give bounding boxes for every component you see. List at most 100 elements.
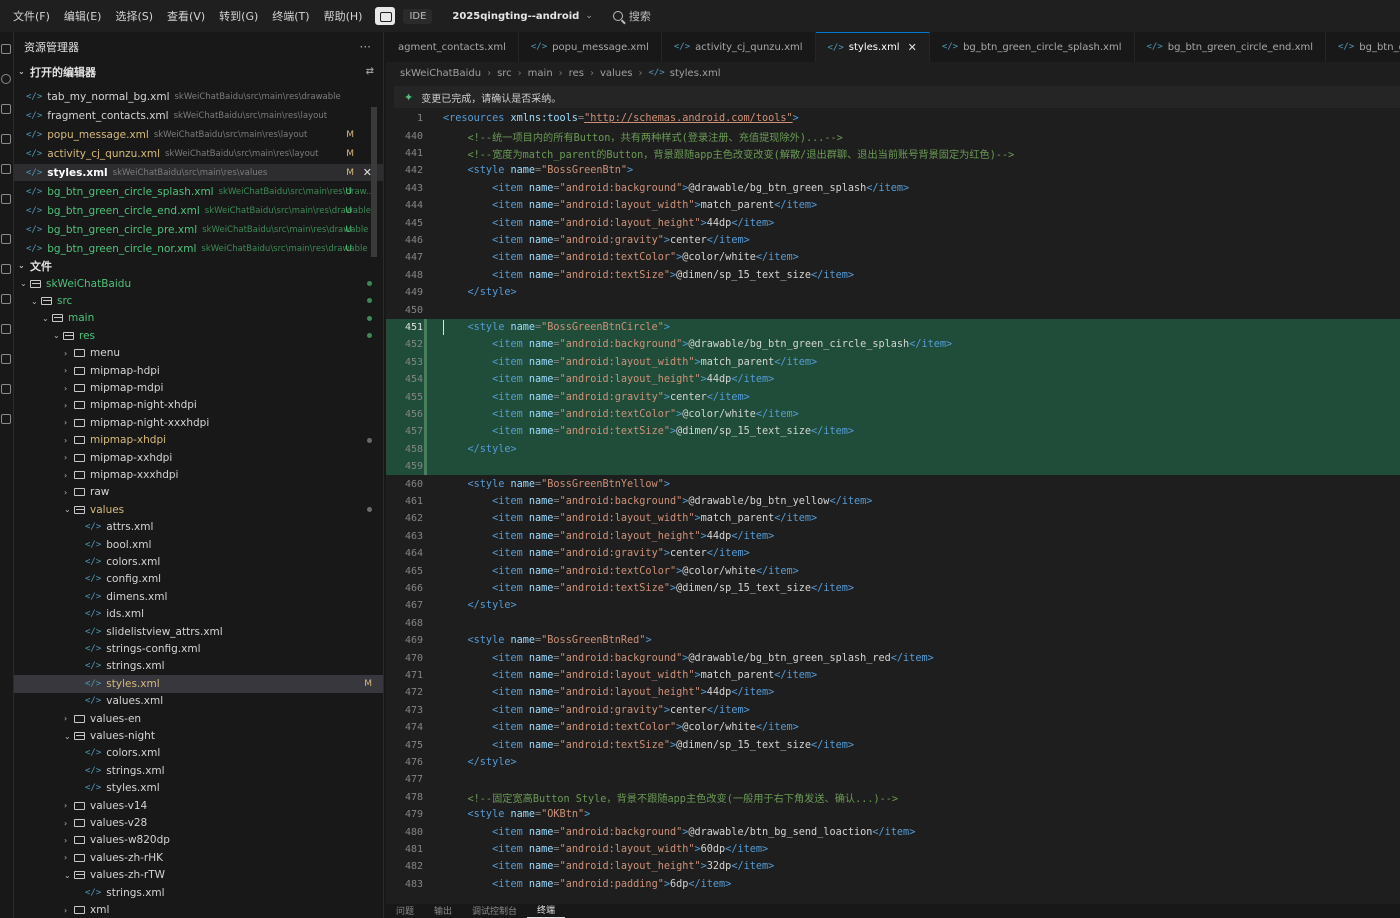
code-line[interactable]: 448 <item name="android:textSize">@dimen… [386,267,1400,284]
code-line[interactable]: 463 <item name="android:layout_height">4… [386,528,1400,545]
close-icon[interactable]: ✕ [908,41,917,54]
editor-tab[interactable]: </> styles.xml ✕ [815,32,930,62]
editor-tab[interactable]: agment_contacts.xml [386,32,519,62]
code-line[interactable]: 456 <item name="android:textColor">@colo… [386,405,1400,424]
chevron-right-icon[interactable]: › [64,349,74,358]
menu-item[interactable]: 转到(G) [212,8,265,24]
tree-folder[interactable]: › mipmap-hdpi [14,362,383,379]
chevron-right-icon[interactable]: › [64,384,74,393]
code-line[interactable]: 457 <item name="android:textSize">@dimen… [386,423,1400,441]
code-line[interactable]: 453 <item name="android:layout_width">ma… [386,353,1400,371]
chevron-down-icon[interactable]: ⌄ [31,297,41,306]
code-line[interactable]: 476 </style> [386,754,1400,771]
breadcrumb-item[interactable]: styles.xml [670,68,721,79]
tree-file[interactable]: </> values.xml [14,693,383,710]
open-editor-item[interactable]: </> tab_my_normal_bg.xml skWeiChatBaidu\sr… [14,88,383,105]
tree-folder[interactable]: › mipmap-xxhdpi [14,449,383,466]
tree-folder[interactable]: ⌄ res [14,327,383,344]
tree-folder[interactable]: ⌄ values-zh-rTW [14,867,383,884]
code-line[interactable]: 461 <item name="android:background">@dra… [386,493,1400,510]
tree-file[interactable]: </> colors.xml [14,553,383,570]
chevron-right-icon[interactable]: › [64,488,74,497]
code-line[interactable]: 447 <item name="android:textColor">@colo… [386,249,1400,266]
misc-icon[interactable] [1,414,11,424]
code-line[interactable]: 442 <style name="BossGreenBtn"> [386,162,1400,179]
tree-folder[interactable]: › raw [14,484,383,501]
menu-item[interactable]: 查看(V) [160,8,212,24]
editor-tab[interactable]: </> bg_btn_green_circle_end.xml [1135,32,1326,62]
chevron-right-icon[interactable]: › [64,471,74,480]
chevron-down-icon[interactable]: ⌄ [585,11,593,21]
code-line[interactable]: 477 [386,771,1400,788]
code-line[interactable]: 467 </style> [386,597,1400,614]
open-editor-item[interactable]: </> popu_message.xml skWeiChatBaidu\src\ma… [14,126,383,143]
toggle-layout-icon[interactable]: ⇄ [366,66,374,77]
code-line[interactable]: 452 <item name="android:background">@dra… [386,336,1400,354]
tree-folder[interactable]: › values-v28 [14,814,383,831]
code-line[interactable]: 445 <item name="android:layout_height">4… [386,214,1400,231]
menu-item[interactable]: 帮助(H) [317,8,370,24]
tree-folder[interactable]: › xml [14,901,383,918]
code-line[interactable]: 474 <item name="android:textColor">@colo… [386,719,1400,736]
explorer-icon[interactable] [1,44,11,54]
menu-item[interactable]: 选择(S) [108,8,160,24]
open-editors-header[interactable]: ⌄ 打开的编辑器 ⇄ [14,63,383,80]
gradle-icon[interactable] [1,294,11,304]
tree-file[interactable]: </> bool.xml [14,536,383,553]
code-line[interactable]: 466 <item name="android:textSize">@dimen… [386,580,1400,597]
tree-folder[interactable]: ⌄ src [14,292,383,309]
editor-tab[interactable]: </> bg_btn_green_circle_splash.xml [930,32,1135,62]
code-line[interactable]: 475 <item name="android:textSize">@dimen… [386,736,1400,753]
tree-folder[interactable]: › mipmap-xhdpi [14,432,383,449]
code-line[interactable]: 473 <item name="android:gravity">center<… [386,702,1400,719]
open-editor-item[interactable]: </> styles.xml skWeiChatBaidu\src\main\res… [14,164,383,182]
tree-file[interactable]: </> styles.xml [14,780,383,797]
chevron-down-icon[interactable]: ⌄ [20,279,30,288]
panel-tab[interactable]: 问题 [386,906,424,918]
tree-folder[interactable]: ⌄ skWeiChatBaidu [14,275,383,292]
breadcrumb-item[interactable]: src [497,68,512,79]
chevron-right-icon[interactable]: › [64,819,74,828]
open-editor-item[interactable]: </> bg_btn_green_circle_end.xml skWeiChatB… [14,202,383,219]
search-box[interactable]: 搜索 [612,8,651,24]
chevron-right-icon[interactable]: › [64,853,74,862]
code-line[interactable]: 440 <!--统一项目内的所有Button，共有两种样式(登录注册、充值提现除… [386,127,1400,144]
chevron-right-icon[interactable]: › [64,366,74,375]
tree-folder[interactable]: › mipmap-night-xxxhdpi [14,414,383,431]
code-line[interactable]: 465 <item name="android:textColor">@colo… [386,562,1400,579]
ide-toggle[interactable]: IDE [375,7,433,25]
editor-tab[interactable]: </> bg_btn_green_circle_pre.xml [1326,32,1400,62]
tree-file[interactable]: </> attrs.xml [14,519,383,536]
code-line[interactable]: 1 <resources xmlns:tools="http://schemas.… [386,110,1400,127]
tree-file[interactable]: </> strings.xml [14,762,383,779]
chevron-right-icon[interactable]: › [64,418,74,427]
tree-folder[interactable]: ⌄ values [14,501,383,518]
editor-tab[interactable]: </> popu_message.xml [519,32,662,62]
breadcrumb-item[interactable]: res [569,68,584,79]
editor-tab[interactable]: </> activity_cj_qunzu.xml [662,32,816,62]
git-icon[interactable] [1,324,11,334]
code-line[interactable]: 482 <item name="android:layout_height">3… [386,858,1400,875]
tree-file[interactable]: </> colors.xml [14,745,383,762]
code-line[interactable]: 444 <item name="android:layout_width">ma… [386,197,1400,214]
tree-folder[interactable]: › mipmap-mdpi [14,379,383,396]
code-line[interactable]: 483 <item name="android:padding">6dp</it… [386,876,1400,893]
bookmark-icon[interactable] [1,354,11,364]
run-debug-icon[interactable] [1,134,11,144]
extensions-icon[interactable] [1,164,11,174]
open-editor-item[interactable]: </> bg_btn_green_circle_pre.xml skWeiChatB… [14,221,383,238]
code-line[interactable]: 460 <style name="BossGreenBtnYellow"> [386,475,1400,492]
chevron-down-icon[interactable]: ⌄ [64,505,74,514]
tree-folder[interactable]: › values-v14 [14,797,383,814]
menu-item[interactable]: 文件(F) [6,8,57,24]
tree-folder[interactable]: › values-en [14,710,383,727]
menu-item[interactable]: 编辑(E) [57,8,109,24]
code-line[interactable]: 449 </style> [386,284,1400,301]
menu-item[interactable]: 终端(T) [265,8,316,24]
chevron-right-icon[interactable]: › [64,836,74,845]
tree-file[interactable]: </> config.xml [14,571,383,588]
tree-file[interactable]: </> strings-config.xml [14,640,383,657]
search-activity-icon[interactable] [1,74,11,84]
chevron-down-icon[interactable]: ⌄ [42,314,52,323]
code-line[interactable]: 455 <item name="android:gravity">center<… [386,388,1400,406]
